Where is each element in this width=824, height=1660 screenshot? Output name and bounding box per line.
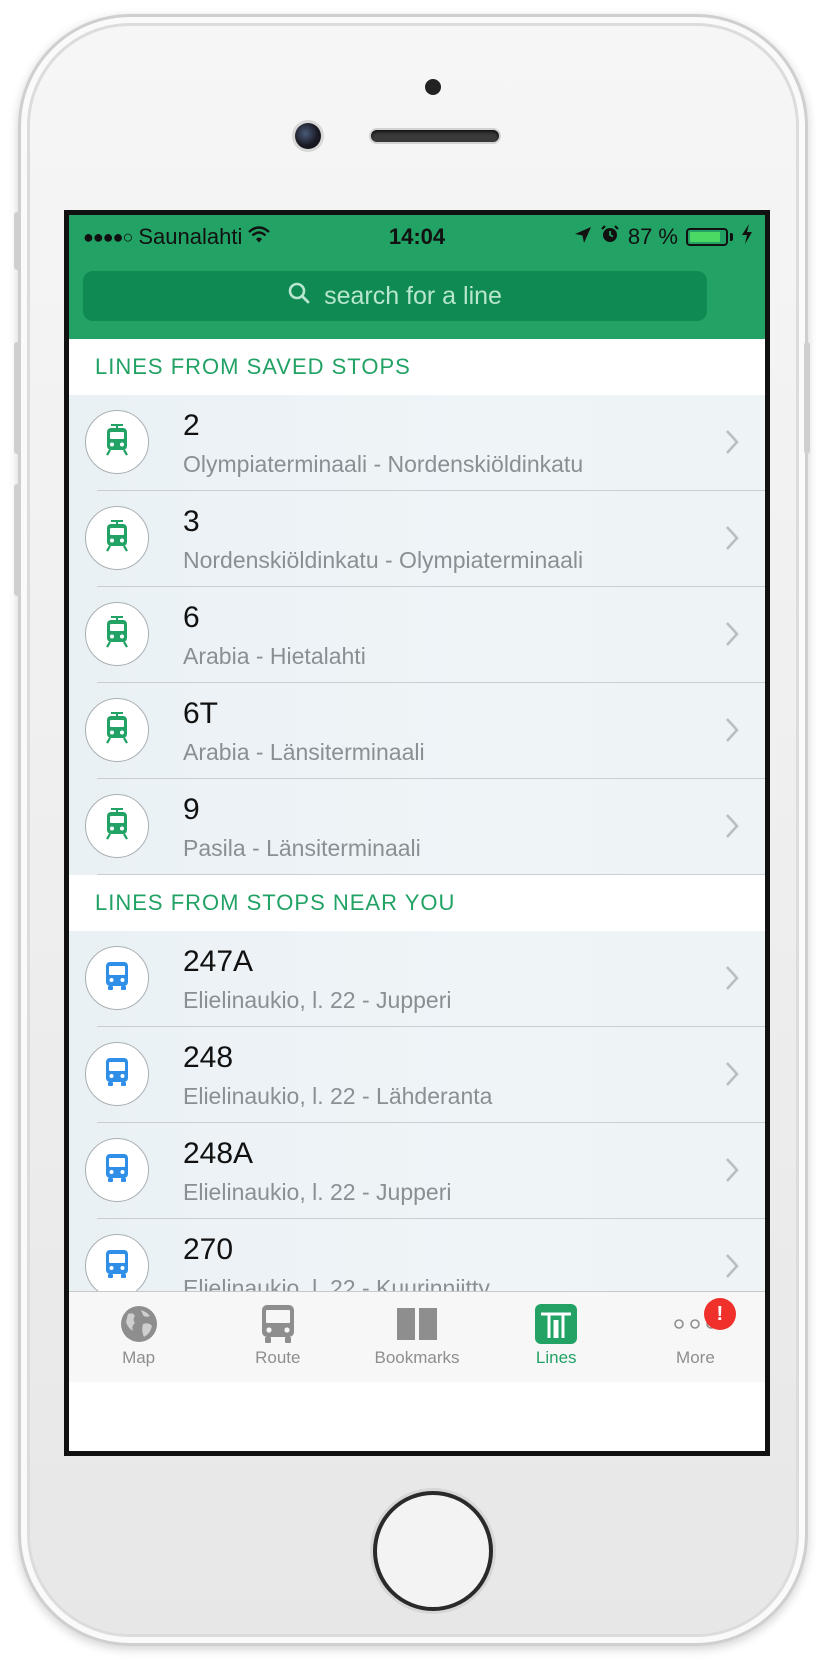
line-row[interactable]: 6T Arabia - Länsiterminaali bbox=[69, 683, 765, 779]
line-row[interactable]: 2 Olympiaterminaali - Nordenskiöldinkatu bbox=[69, 395, 765, 491]
tab-bookmarks[interactable]: Bookmarks bbox=[347, 1292, 486, 1382]
tram-badge bbox=[85, 410, 149, 474]
tab-label: Route bbox=[255, 1348, 301, 1367]
tram-badge bbox=[85, 506, 149, 570]
line-route: Pasila - Länsiterminaali bbox=[183, 835, 421, 861]
bus-badge bbox=[85, 1042, 149, 1106]
line-number: 247A bbox=[183, 945, 254, 978]
bus-icon bbox=[102, 1248, 132, 1285]
charging-bolt-icon bbox=[741, 224, 753, 250]
battery-fill bbox=[690, 232, 720, 242]
chevron-right-icon bbox=[726, 966, 739, 990]
proximity-sensor bbox=[425, 79, 441, 95]
bus-icon bbox=[102, 960, 132, 997]
row-separator bbox=[97, 874, 765, 875]
chevron-right-icon bbox=[726, 526, 739, 550]
battery-icon bbox=[686, 228, 728, 246]
chevron-right-icon bbox=[726, 814, 739, 838]
bus-icon bbox=[102, 1056, 132, 1093]
bus-badge bbox=[85, 1138, 149, 1202]
line-route: Elielinaukio, l. 22 - Lähderanta bbox=[183, 1083, 493, 1109]
line-route: Arabia - Länsiterminaali bbox=[183, 739, 425, 765]
search-placeholder: search for a line bbox=[324, 281, 502, 310]
bus-icon bbox=[102, 1152, 132, 1189]
tram-icon bbox=[102, 423, 132, 462]
battery-percent: 87 % bbox=[627, 224, 678, 249]
tab-more[interactable]: More! bbox=[626, 1292, 765, 1382]
tram-icon bbox=[102, 519, 132, 558]
front-camera bbox=[295, 123, 321, 149]
section-header: LINES FROM STOPS NEAR YOU bbox=[69, 875, 765, 931]
earpiece-speaker bbox=[371, 130, 499, 142]
line-row[interactable]: 9 Pasila - Länsiterminaali bbox=[69, 779, 765, 875]
line-row[interactable]: 248 Elielinaukio, l. 22 - Lähderanta bbox=[69, 1027, 765, 1123]
tab-label: Bookmarks bbox=[374, 1348, 460, 1367]
chevron-right-icon bbox=[726, 622, 739, 646]
chevron-right-icon bbox=[726, 430, 739, 454]
line-route: Elielinaukio, l. 22 - Jupperi bbox=[183, 1179, 452, 1205]
tab-route[interactable]: Route bbox=[208, 1292, 347, 1382]
tram-badge bbox=[85, 698, 149, 762]
tab-label: More bbox=[676, 1348, 715, 1367]
volume-up-button[interactable] bbox=[14, 342, 20, 454]
bus-badge bbox=[85, 1234, 149, 1298]
chevron-right-icon bbox=[726, 1158, 739, 1182]
line-route: Nordenskiöldinkatu - Olympiaterminaali bbox=[183, 547, 584, 573]
search-input[interactable]: search for a line bbox=[83, 271, 707, 321]
battery-tip bbox=[730, 233, 733, 241]
line-row[interactable]: 247A Elielinaukio, l. 22 - Jupperi bbox=[69, 931, 765, 1027]
chevron-right-icon bbox=[726, 718, 739, 742]
book-icon bbox=[395, 1304, 439, 1344]
power-button[interactable] bbox=[804, 342, 810, 454]
tab-label: Lines bbox=[535, 1348, 577, 1367]
chevron-right-icon bbox=[726, 1062, 739, 1086]
line-route: Arabia - Hietalahti bbox=[183, 643, 366, 669]
tram-icon bbox=[102, 615, 132, 654]
home-button[interactable] bbox=[373, 1491, 493, 1611]
tram-badge bbox=[85, 794, 149, 858]
globe-icon bbox=[119, 1304, 159, 1344]
line-number: 248A bbox=[183, 1137, 254, 1170]
bus-icon bbox=[258, 1304, 298, 1344]
line-row[interactable]: 3 Nordenskiöldinkatu - Olympiaterminaali bbox=[69, 491, 765, 587]
location-arrow-icon bbox=[574, 224, 592, 250]
status-bar: ●●●●○ Saunalahti 14:04 87 % bbox=[69, 215, 765, 259]
tab-lines[interactable]: Lines bbox=[487, 1292, 626, 1382]
lines-list[interactable]: LINES FROM SAVED STOPS 2 Olympiaterminaa… bbox=[69, 339, 765, 1315]
mute-switch[interactable] bbox=[14, 212, 20, 270]
tram-badge bbox=[85, 602, 149, 666]
notification-badge: ! bbox=[703, 1298, 736, 1330]
tab-map[interactable]: Map bbox=[69, 1292, 208, 1382]
line-number: 9 bbox=[183, 793, 200, 826]
lines-icon bbox=[535, 1304, 578, 1344]
bus-badge bbox=[85, 946, 149, 1010]
screen: ●●●●○ Saunalahti 14:04 87 % search for a… bbox=[64, 210, 770, 1456]
line-row[interactable]: 248A Elielinaukio, l. 22 - Jupperi bbox=[69, 1123, 765, 1219]
chevron-right-icon bbox=[726, 1254, 739, 1278]
app-header: ●●●●○ Saunalahti 14:04 87 % search for a… bbox=[69, 215, 765, 339]
line-route: Elielinaukio, l. 22 - Jupperi bbox=[183, 987, 452, 1013]
alarm-icon bbox=[600, 224, 620, 250]
line-route: Olympiaterminaali - Nordenskiöldinkatu bbox=[183, 451, 584, 477]
search-icon bbox=[288, 282, 310, 311]
section-header: LINES FROM SAVED STOPS bbox=[69, 339, 765, 395]
tab-bar: Map Route Bookmarks Lines More! bbox=[69, 1291, 765, 1382]
tab-label: Map bbox=[122, 1348, 156, 1367]
line-number: 6 bbox=[183, 601, 200, 634]
line-number: 6T bbox=[183, 697, 219, 730]
tram-icon bbox=[102, 807, 132, 846]
line-number: 3 bbox=[183, 505, 200, 538]
line-number: 248 bbox=[183, 1041, 234, 1074]
line-number: 2 bbox=[183, 409, 200, 442]
line-row[interactable]: 6 Arabia - Hietalahti bbox=[69, 587, 765, 683]
tram-icon bbox=[102, 711, 132, 750]
volume-down-button[interactable] bbox=[14, 484, 20, 596]
line-number: 270 bbox=[183, 1233, 234, 1266]
